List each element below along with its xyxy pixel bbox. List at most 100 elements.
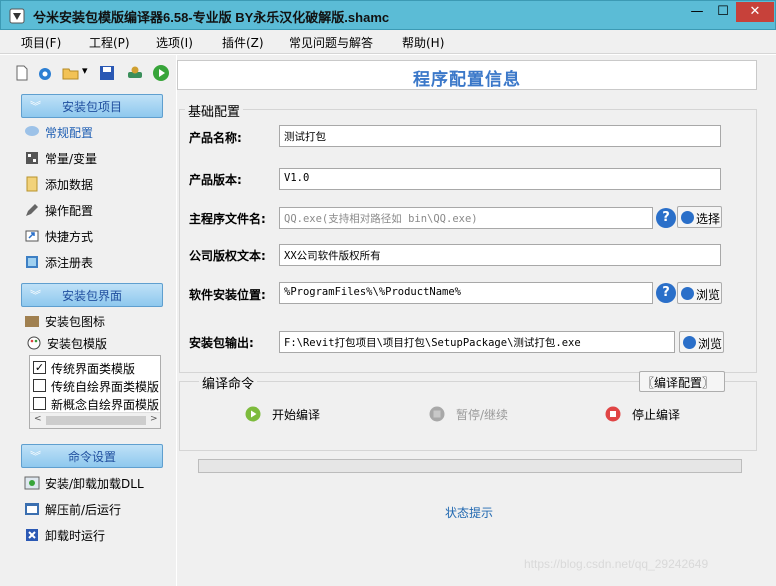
group-command-settings[interactable]: ︾ 命令设置 [21, 444, 163, 468]
browse-button-label: 浏览 [696, 288, 721, 302]
template-label: 传统界面类模版 [51, 362, 136, 376]
checkbox[interactable] [33, 379, 46, 392]
open-project-icon[interactable] [36, 64, 54, 82]
pause-resume-label: 暂停/继续 [456, 408, 509, 422]
scrollbar-thumb[interactable] [46, 416, 146, 425]
sidebar-item-shortcuts[interactable]: 快捷方式 [24, 226, 164, 246]
browse-output-button[interactable]: 浏览 [679, 331, 724, 353]
copyright-label: 公司版权文本: [189, 249, 266, 263]
menu-project[interactable]: 项目(F) [21, 34, 61, 51]
main-exe-input[interactable]: QQ.exe(支持相对路径如 bin\QQ.exe) [279, 207, 653, 229]
template-option[interactable]: ✓ 传统界面类模版 [33, 359, 160, 377]
maximize-button[interactable]: ☐ [710, 2, 736, 22]
grid-icon [26, 152, 38, 164]
select-button[interactable]: 选择 [677, 206, 722, 228]
sidebar-item-installer-icon[interactable]: 安装包图标 [24, 311, 164, 331]
registry-icon [26, 256, 38, 268]
sidebar-item-pre-post-run[interactable]: 解压前/后运行 [24, 499, 164, 519]
window-run-icon [25, 503, 39, 515]
copyright-input[interactable]: XX公司软件版权所有 [279, 244, 721, 266]
sidebar-item-constants[interactable]: 常量/变量 [24, 148, 164, 168]
help-icon[interactable]: ? [656, 283, 676, 303]
template-label: 新概念自绘界面模版 [51, 398, 160, 412]
sidebar-item-label: 添注册表 [45, 256, 94, 270]
browse-button-label: 浏览 [698, 337, 723, 351]
globe-icon [681, 287, 694, 300]
new-file-icon[interactable] [13, 64, 31, 82]
build-icon[interactable] [126, 64, 144, 82]
help-icon[interactable]: ? [656, 208, 676, 228]
sidebar-item-load-dll[interactable]: 安装/卸载加载DLL [24, 473, 164, 493]
palette-icon [27, 336, 41, 350]
sidebar-item-operation-config[interactable]: 操作配置 [24, 200, 164, 220]
minimize-button[interactable]: — [684, 2, 710, 22]
start-compile-label: 开始编译 [272, 408, 321, 422]
pencil-icon [26, 204, 38, 216]
title-bar: 兮米安装包模版编译器6.58-专业版 BY永乐汉化破解版.shamc — ☐ ✕ [0, 0, 776, 30]
open-folder-icon[interactable] [62, 64, 80, 82]
browse-install-button[interactable]: 浏览 [677, 282, 722, 304]
menu-faq[interactable]: 常见问题与解答 [289, 34, 373, 51]
save-icon[interactable] [98, 64, 116, 82]
stop-icon [605, 406, 621, 422]
select-button-label: 选择 [696, 212, 721, 226]
sidebar-item-uninstall-run[interactable]: 卸载时运行 [24, 525, 164, 545]
group-installer-project[interactable]: ︾ 安装包项目 [21, 94, 163, 118]
run-icon[interactable] [152, 64, 170, 82]
document-icon [26, 176, 38, 192]
output-input[interactable]: F:\Revit打包项目\项目打包\SetupPackage\测试打包.exe [279, 331, 675, 353]
close-button[interactable]: ✕ [736, 2, 774, 22]
output-label: 安装包输出: [189, 336, 254, 350]
checkbox-checked[interactable]: ✓ [33, 361, 46, 374]
gear-chat-icon [25, 126, 39, 136]
group-label: 安装包界面 [61, 289, 122, 303]
sidebar-item-general-config[interactable]: 常规配置 [24, 122, 164, 142]
template-label: 传统自绘界面类模版 [51, 380, 160, 394]
install-location-label: 软件安装位置: [189, 288, 266, 302]
sidebar-item-registry[interactable]: 添注册表 [24, 252, 164, 272]
sidebar-item-add-data[interactable]: 添加数据 [24, 174, 164, 194]
compile-config-button[interactable]: 〖编译配置〗 [639, 371, 725, 392]
status-text: 状态提示 [444, 506, 493, 520]
group-installer-ui[interactable]: ︾ 安装包界面 [21, 283, 163, 307]
install-location-input[interactable]: %ProgramFiles%\%ProductName% [279, 282, 653, 304]
page-title: 程序配置信息 [413, 70, 521, 90]
product-version-input[interactable]: V1.0 [279, 168, 721, 190]
sidebar-item-label: 快捷方式 [45, 230, 94, 244]
sidebar-item-label: 卸载时运行 [45, 529, 106, 543]
compile-title: 编译命令 [199, 373, 258, 392]
toolbar: ▾ [0, 55, 176, 89]
sidebar: ︾ 安装包项目 常规配置 常量/变量 添加数据 操作配置 快捷方式 添注册表 ︾… [0, 89, 176, 586]
menu-options[interactable]: 选项(I) [156, 34, 193, 51]
menu-engineering[interactable]: 工程(P) [89, 34, 130, 51]
watermark: https://blog.csdn.net/qq_29242649 [524, 557, 709, 571]
sidebar-item-label: 操作配置 [45, 204, 94, 218]
group-label: 安装包项目 [61, 100, 122, 114]
group-label: 命令设置 [67, 450, 116, 464]
checkbox[interactable] [33, 397, 46, 410]
menu-bar: 项目(F) 工程(P) 选项(I) 插件(Z) 常见问题与解答 帮助(H) [0, 30, 776, 54]
uninstall-icon [26, 529, 38, 541]
sidebar-item-label: 添加数据 [45, 178, 94, 192]
globe-icon [683, 336, 696, 349]
dll-icon [24, 476, 40, 490]
menu-plugins[interactable]: 插件(Z) [222, 34, 264, 51]
pause-icon [429, 406, 445, 422]
menu-help[interactable]: 帮助(H) [402, 34, 444, 51]
template-list: ✓ 传统界面类模版 传统自绘界面类模版 新概念自绘界面模版 < > [29, 355, 161, 429]
compile-progress-bar [198, 459, 742, 473]
scroll-right-icon[interactable]: > [150, 414, 158, 424]
sidebar-item-installer-template[interactable]: 安装包模版 [26, 333, 166, 353]
template-option[interactable]: 传统自绘界面类模版 [33, 377, 160, 395]
basic-config-title: 基础配置 [185, 101, 244, 120]
product-name-label: 产品名称: [189, 131, 242, 145]
product-name-input[interactable]: 测试打包 [279, 125, 721, 147]
main-exe-placeholder: QQ.exe(支持相对路径如 bin\QQ.exe) [284, 213, 478, 225]
stop-compile-label: 停止编译 [632, 408, 681, 422]
scroll-left-icon[interactable]: < [34, 414, 42, 424]
template-option[interactable]: 新概念自绘界面模版 [33, 395, 160, 413]
horizontal-scrollbar[interactable]: < > [30, 412, 160, 428]
play-icon [245, 406, 261, 422]
package-icon [25, 316, 39, 327]
window-title: 兮米安装包模版编译器6.58-专业版 BY永乐汉化破解版.shamc [33, 10, 390, 25]
